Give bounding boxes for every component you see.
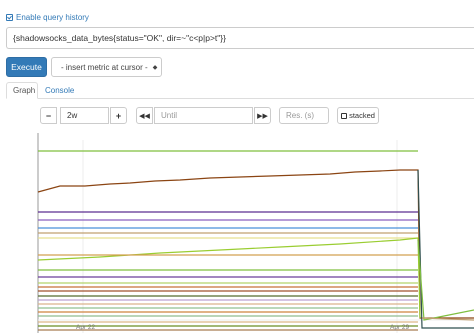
time-forward-button[interactable]: ▶▶ [254, 107, 271, 124]
chevron-down-icon: ◆ [152, 64, 158, 71]
resolution-input[interactable]: Res. (s) [279, 107, 329, 124]
series-line [417, 239, 474, 321]
expression-input[interactable]: {shadowsocks_data_bytes{status="OK", dir… [6, 27, 474, 49]
tab-divider [38, 98, 474, 99]
x-tick-label: Apr 29 [390, 324, 410, 331]
tab-graph[interactable]: Graph [6, 82, 38, 99]
tab-console[interactable]: Console [39, 82, 80, 99]
range-input[interactable]: 2w [60, 107, 109, 124]
graph-canvas[interactable] [0, 133, 474, 333]
stacked-label: stacked [349, 111, 375, 120]
query-history-label: Enable query history [16, 12, 89, 22]
checkbox-icon [341, 112, 348, 119]
range-decrease-button[interactable]: − [40, 107, 57, 124]
series-lines [37, 150, 474, 331]
query-history-toggle[interactable]: Enable query history [6, 11, 89, 23]
series-line [417, 169, 474, 329]
series-line [37, 237, 421, 319]
range-increase-button[interactable]: + [110, 107, 127, 124]
insert-metric-select[interactable]: - insert metric at cursor - ◆ [51, 57, 162, 77]
x-tick-label: Apr 22 [76, 324, 96, 331]
until-input[interactable]: Until [154, 107, 253, 124]
insert-metric-label: - insert metric at cursor - [61, 62, 148, 72]
stacked-toggle[interactable]: stacked [337, 107, 379, 124]
execute-button[interactable]: Execute [6, 57, 47, 77]
time-back-button[interactable]: ◀◀ [136, 107, 153, 124]
checkbox-icon[interactable] [6, 13, 13, 21]
